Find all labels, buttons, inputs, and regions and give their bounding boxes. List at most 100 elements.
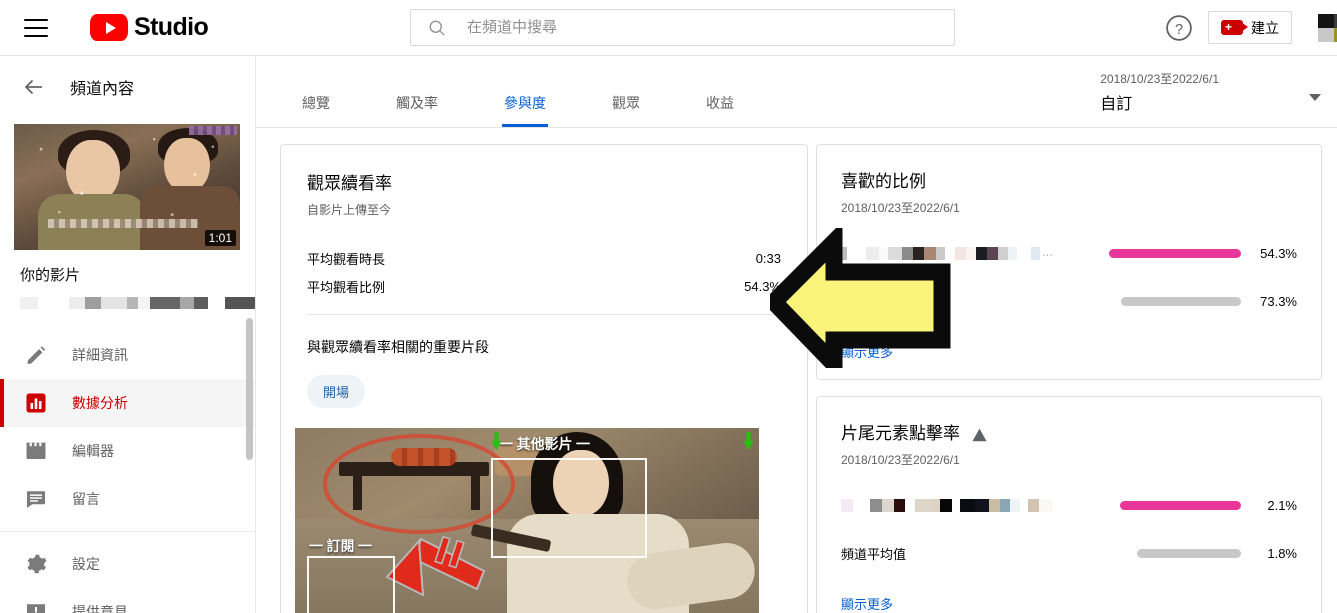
video-preview-frame[interactable]: 一 訂閱 一 一 其他影片 一: [295, 428, 759, 613]
chevron-down-icon[interactable]: [1309, 94, 1321, 101]
video-camera-plus-icon: +: [1221, 20, 1248, 35]
sidebar-item-label: 提供意見: [72, 604, 128, 613]
bar-label: 頻道平均值: [841, 544, 1053, 563]
key-moments-title: 與觀眾續看率相關的重要片段: [307, 339, 489, 355]
gear-icon: [27, 554, 47, 574]
like-ratio-card: 喜歡的比例 2018/10/23至2022/6/1 … 54.3% 73.3% …: [816, 144, 1322, 380]
date-range-value: 2018/10/23至2022/6/1: [1100, 72, 1219, 86]
metric-value: 54.3%: [744, 278, 781, 294]
endscreen-subscribe-box: [307, 556, 395, 613]
sidebar-item-label: 留言: [72, 491, 100, 507]
bar-track: [1053, 296, 1241, 306]
red-arrow-annotation: [385, 535, 486, 597]
card-title: 片尾元素點擊率: [841, 424, 960, 443]
tab-engagement[interactable]: 參與度: [488, 93, 562, 127]
show-more-link[interactable]: 顯示更多: [841, 342, 893, 361]
divider: [307, 314, 781, 315]
comment-icon: [27, 491, 45, 508]
analytics-tabs: 總覽 觸及率 參與度 觀眾 收益: [286, 93, 784, 127]
green-down-arrow-icon: [743, 432, 754, 450]
your-video-label: 你的影片: [20, 267, 81, 284]
top-bar: Studio ? + 建立: [0, 0, 1337, 56]
youtube-logo-icon: [90, 14, 128, 41]
analytics-bar-icon: [26, 393, 46, 413]
sidebar-title: 頻道內容: [70, 81, 135, 98]
back-arrow-icon[interactable]: [22, 75, 46, 99]
bar-row: 頻道平均值 1.8%: [841, 542, 1297, 564]
bar-track: [1053, 548, 1241, 558]
red-circle-annotation: [323, 434, 515, 534]
bar-fill: [1109, 248, 1241, 258]
sidebar-item-details[interactable]: 詳細資訊: [0, 331, 255, 379]
search-box[interactable]: [410, 9, 955, 46]
sidebar-item-label: 數據分析: [72, 395, 128, 411]
search-input[interactable]: [467, 19, 907, 36]
sidebar-item-feedback[interactable]: 提供意見: [0, 588, 255, 613]
card-subtitle: 自影片上傳至今: [307, 203, 392, 217]
help-circle-icon[interactable]: ?: [1165, 14, 1193, 42]
bar-fill: [1120, 500, 1241, 510]
card-title: 觀眾續看率: [307, 174, 392, 193]
bar-value: 73.3%: [1260, 293, 1297, 309]
sidebar-item-analytics[interactable]: 數據分析: [0, 379, 255, 427]
sidebar-item-editor[interactable]: 編輯器: [0, 427, 255, 475]
metric-value: 0:33: [755, 250, 781, 266]
metric-label: 平均觀看比例: [307, 279, 386, 295]
cards-area: 觀眾續看率 自影片上傳至今 平均觀看時長 0:33 平均觀看比例 54.3% 與…: [256, 128, 1337, 613]
date-range-mode: 自訂: [1100, 96, 1133, 113]
sidebar-item-label: 編輯器: [72, 443, 114, 459]
tab-revenue[interactable]: 收益: [690, 93, 750, 127]
brand-label: Studio: [134, 13, 209, 41]
bar-fill: [1121, 296, 1241, 306]
endscreen-ctr-card: 片尾元素點擊率 2018/10/23至2022/6/1 2.1% 頻道平均值 1…: [816, 396, 1322, 613]
bar-row: … 54.3%: [841, 242, 1297, 264]
create-button-label: 建立: [1251, 19, 1279, 36]
key-moment-chip-intro[interactable]: 開場: [307, 375, 366, 408]
bar-row: 73.3%: [841, 290, 1297, 312]
clapperboard-icon: [26, 442, 46, 459]
bar-value: 1.8%: [1267, 545, 1297, 561]
green-down-arrow-icon: [491, 432, 502, 450]
bar-row: 2.1%: [841, 494, 1297, 516]
bar-label-text: 頻道平均值: [841, 546, 907, 562]
sidebar: 頻道內容 1:01 你的影片 詳細資訊 數據分析 編輯器 留言 設定 提供意見: [0, 56, 256, 613]
tab-reach[interactable]: 觸及率: [380, 93, 454, 127]
sidebar-item-settings[interactable]: 設定: [0, 540, 255, 588]
sidebar-item-label: 詳細資訊: [72, 347, 128, 363]
bar-fill: [1137, 548, 1241, 558]
tabs-row: 總覽 觸及率 參與度 觀眾 收益 2018/10/23至2022/6/1 自訂: [256, 56, 1337, 128]
bar-track: [1053, 248, 1241, 258]
card-subtitle: 2018/10/23至2022/6/1: [841, 453, 960, 467]
sidebar-item-comments[interactable]: 留言: [0, 475, 255, 523]
tab-overview[interactable]: 總覽: [286, 93, 346, 127]
hamburger-icon[interactable]: [24, 18, 48, 37]
card-subtitle: 2018/10/23至2022/6/1: [841, 201, 960, 215]
endscreen-other-videos-box: [491, 458, 647, 558]
bar-value: 54.3%: [1260, 245, 1297, 261]
date-range-selector[interactable]: 2018/10/23至2022/6/1 自訂: [1100, 70, 1321, 114]
card-title: 喜歡的比例: [841, 172, 926, 191]
tab-audience[interactable]: 觀眾: [596, 93, 656, 127]
metric-label: 平均觀看時長: [307, 251, 386, 267]
video-thumbnail[interactable]: 1:01: [14, 124, 240, 250]
sidebar-nav: 詳細資訊 數據分析 編輯器 留言 設定 提供意見: [0, 331, 255, 613]
sidebar-divider: [0, 531, 255, 532]
metric-row: 平均觀看時長 0:33: [307, 244, 781, 272]
pencil-icon: [27, 346, 46, 364]
endscreen-subscribe-label: 一 訂閱 一: [309, 540, 372, 555]
show-more-link[interactable]: 顯示更多: [841, 594, 893, 613]
sidebar-item-label: 設定: [72, 556, 100, 572]
endscreen-other-videos-label: 一 其他影片 一: [499, 438, 590, 453]
create-button[interactable]: + 建立: [1208, 11, 1292, 44]
bar-label-redacted: [841, 498, 1053, 512]
avatar[interactable]: [1318, 14, 1337, 42]
svg-text:?: ?: [1175, 22, 1183, 38]
metric-row: 平均觀看比例 54.3%: [307, 272, 781, 300]
warning-triangle-icon[interactable]: [972, 428, 988, 442]
main-content: 總覽 觸及率 參與度 觀眾 收益 2018/10/23至2022/6/1 自訂 …: [256, 56, 1337, 613]
audience-retention-card: 觀眾續看率 自影片上傳至今 平均觀看時長 0:33 平均觀看比例 54.3% 與…: [280, 144, 808, 613]
feedback-icon: [27, 604, 45, 613]
sidebar-scrollbar-thumb[interactable]: [246, 318, 253, 460]
bar-value: 2.1%: [1267, 497, 1297, 513]
studio-brand[interactable]: Studio: [90, 13, 209, 42]
